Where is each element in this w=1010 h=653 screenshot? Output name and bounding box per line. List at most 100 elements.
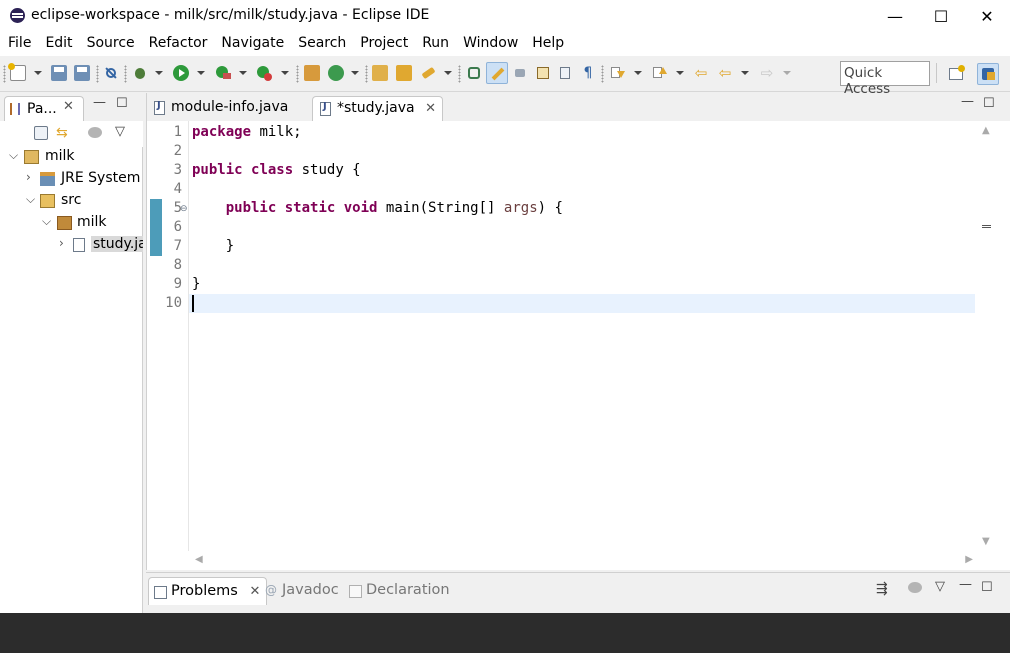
run-icon[interactable] — [173, 65, 189, 81]
save-icon[interactable] — [51, 65, 67, 81]
chevron-down-icon[interactable]: ⌵ — [42, 214, 51, 229]
menu-source[interactable]: Source — [80, 32, 142, 56]
next-annotation-icon[interactable] — [609, 65, 625, 81]
tab-problems[interactable]: Problems ✕ — [148, 577, 268, 605]
toolbar-grip[interactable] — [601, 65, 604, 83]
menu-search[interactable]: Search — [291, 32, 353, 56]
last-edit-icon[interactable]: ⇦ — [693, 65, 709, 81]
tree-item-package[interactable]: ⌵ milk — [0, 212, 143, 234]
close-icon[interactable]: ✕ — [63, 99, 74, 114]
menu-window[interactable]: Window — [456, 32, 525, 56]
tree-item-library[interactable]: › JRE System Library — [0, 168, 143, 190]
new-java-package-icon[interactable] — [304, 65, 320, 81]
menu-edit[interactable]: Edit — [38, 32, 79, 56]
tab-package-explorer[interactable]: Pa... ✕ — [4, 96, 84, 121]
maximize-editor-icon[interactable]: ☐ — [983, 96, 995, 111]
search-dropdown-arrow[interactable] — [444, 71, 452, 75]
new-java-class-icon[interactable] — [328, 65, 344, 81]
toolbar-grip[interactable] — [296, 65, 299, 83]
menu-run[interactable]: Run — [415, 32, 456, 56]
minimize-view-icon[interactable]: — — [959, 577, 972, 592]
view-menu-chevron-down-icon[interactable]: ▽ — [115, 124, 125, 139]
chevron-down-icon[interactable]: ⌵ — [26, 192, 35, 207]
chevron-right-icon[interactable]: › — [59, 236, 64, 250]
fold-collapse-icon[interactable]: ⊖ — [180, 204, 188, 214]
open-perspective-icon[interactable] — [946, 63, 968, 85]
toolbar-grip[interactable] — [96, 65, 99, 83]
scroll-up-icon[interactable]: ▲ — [982, 125, 990, 136]
coverage-icon[interactable] — [215, 65, 231, 81]
package-explorer-icon — [10, 103, 20, 115]
menu-project[interactable]: Project — [353, 32, 415, 56]
link-with-editor-icon[interactable]: ⇆ — [56, 125, 72, 141]
toggle-ant-icon[interactable] — [466, 65, 482, 81]
minimize-view-icon[interactable]: — — [93, 95, 106, 110]
skip-breakpoints-icon[interactable] — [103, 65, 119, 81]
search-icon[interactable] — [420, 65, 436, 81]
close-button[interactable]: ✕ — [964, 0, 1010, 32]
tab-study-java[interactable]: *study.java ✕ — [312, 96, 443, 121]
pilcrow-icon[interactable]: ¶ — [580, 65, 596, 81]
debug-dropdown-arrow[interactable] — [155, 71, 163, 75]
code-area[interactable]: package milk; public class study { publi… — [189, 121, 977, 551]
scroll-left-icon[interactable]: ◀ — [195, 554, 203, 565]
new-wizard-icon[interactable] — [8, 63, 26, 81]
focus-on-workbench-icon[interactable]: ⇶ — [876, 581, 888, 597]
menu-file[interactable]: File — [0, 32, 38, 56]
toolbar-grip[interactable] — [365, 65, 368, 83]
toolbar-grip[interactable] — [3, 65, 6, 83]
back-dropdown-arrow[interactable] — [741, 71, 749, 75]
coverage-dropdown-arrow[interactable] — [239, 71, 247, 75]
chevron-right-icon[interactable]: › — [26, 170, 31, 184]
tab-javadoc[interactable]: @ Javadoc — [260, 577, 345, 605]
external-tools-dropdown-arrow[interactable] — [281, 71, 289, 75]
new-class-dropdown-arrow[interactable] — [351, 71, 359, 75]
view-menu-chevron-down-icon[interactable]: ▽ — [935, 579, 945, 594]
back-icon[interactable]: ⇦ — [717, 65, 733, 81]
quick-access-input[interactable]: Quick Access — [840, 61, 930, 97]
forward-dropdown-arrow[interactable] — [783, 71, 791, 75]
previous-annotation-icon[interactable] — [651, 65, 667, 81]
tab-declaration[interactable]: Declaration — [344, 577, 456, 605]
open-type-icon[interactable] — [372, 65, 388, 81]
java-perspective-icon[interactable] — [977, 63, 999, 85]
toolbar-grip[interactable] — [458, 65, 461, 83]
minimize-button[interactable]: — — [872, 0, 918, 32]
close-icon[interactable]: ✕ — [425, 101, 436, 116]
close-icon[interactable]: ✕ — [249, 584, 260, 599]
debug-icon[interactable] — [132, 65, 148, 81]
scroll-right-icon[interactable]: ▶ — [965, 554, 973, 565]
new-dropdown-arrow[interactable] — [34, 71, 42, 75]
previous-annotation-dropdown-arrow[interactable] — [676, 71, 684, 75]
tree-item-project[interactable]: ⌵ milk — [0, 146, 143, 168]
block-selection-icon[interactable] — [557, 65, 573, 81]
tab-module-info[interactable]: module-info.java — [147, 96, 294, 121]
vertical-scrollbar[interactable]: ▲ ▼ — [977, 121, 995, 551]
external-tools-icon[interactable] — [256, 65, 272, 81]
menu-help[interactable]: Help — [525, 32, 571, 56]
maximize-view-icon[interactable]: ☐ — [116, 96, 128, 111]
chevron-down-icon[interactable]: ⌵ — [9, 148, 18, 163]
save-all-icon[interactable] — [74, 65, 90, 81]
filters-icon[interactable] — [908, 582, 922, 593]
show-whitespace-icon[interactable] — [535, 65, 551, 81]
next-annotation-dropdown-arrow[interactable] — [634, 71, 642, 75]
toggle-block-icon[interactable] — [512, 65, 528, 81]
overview-ruler-marker[interactable] — [982, 225, 991, 228]
run-dropdown-arrow[interactable] — [197, 71, 205, 75]
collapse-all-icon[interactable] — [34, 126, 48, 140]
minimize-editor-icon[interactable]: — — [961, 94, 974, 109]
scroll-down-icon[interactable]: ▼ — [982, 536, 990, 547]
open-task-icon[interactable] — [396, 65, 412, 81]
maximize-view-icon[interactable]: ☐ — [981, 580, 993, 595]
tree-item-java-file[interactable]: › study.java — [0, 234, 143, 256]
menu-refactor[interactable]: Refactor — [142, 32, 215, 56]
maximize-button[interactable]: ☐ — [918, 0, 964, 32]
filters-icon[interactable] — [88, 127, 102, 138]
mark-occurrences-icon[interactable] — [486, 62, 508, 84]
menu-navigate[interactable]: Navigate — [214, 32, 291, 56]
toolbar-grip[interactable] — [124, 65, 127, 83]
forward-icon[interactable]: ⇨ — [759, 65, 775, 81]
tree-item-source-folder[interactable]: ⌵ src — [0, 190, 143, 212]
horizontal-scrollbar[interactable]: ◀ ▶ — [189, 551, 977, 569]
